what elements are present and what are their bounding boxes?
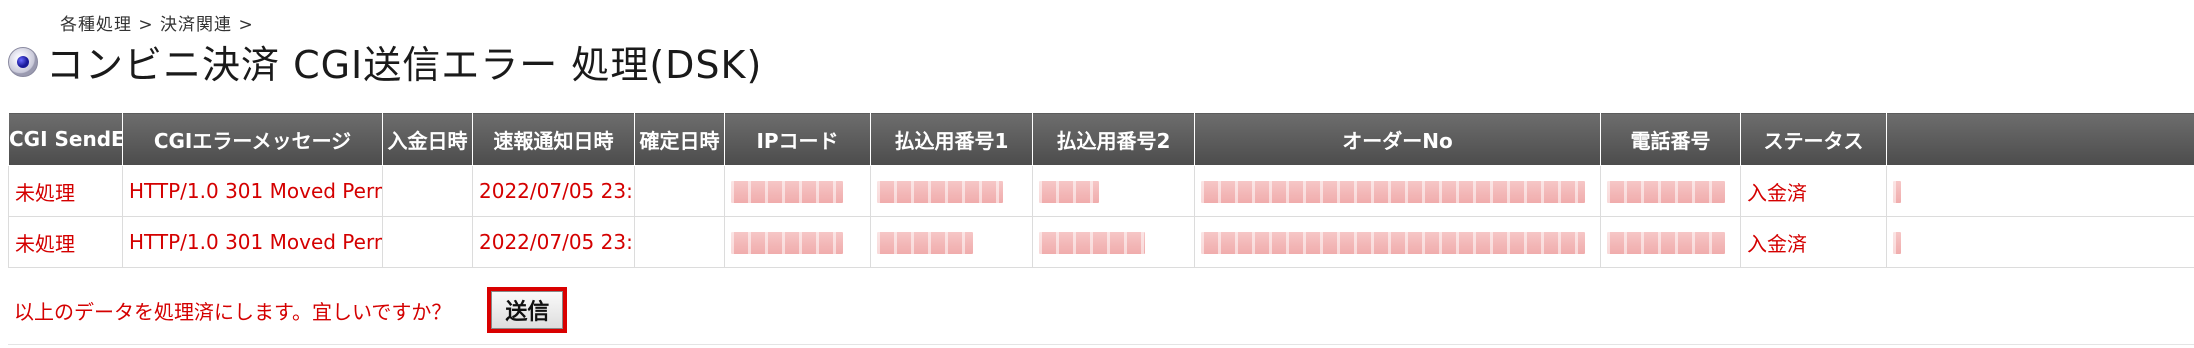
header-ip-code: IPコード <box>724 112 871 166</box>
header-confirmed-at: 確定日時 <box>634 112 725 166</box>
divider <box>8 344 2194 345</box>
cell-send-err: 未処理 <box>8 165 123 217</box>
redacted-blur <box>1607 232 1725 255</box>
cell-order-no-redacted <box>1194 216 1601 268</box>
table-header-row: CGI SendErr CGIエラーメッセージ 入金日時 速報通知日時 確定日時… <box>8 112 2194 166</box>
breadcrumb: 各種処理 > 決済関連 > <box>60 15 254 35</box>
header-payment-number-1: 払込用番号1 <box>870 112 1033 166</box>
header-paid-at: 入金日時 <box>382 112 473 166</box>
cell-paid-at <box>382 165 473 217</box>
header-cgi-senderr: CGI SendErr <box>8 112 123 166</box>
header-flash-notice-at: 速報通知日時 <box>472 112 635 166</box>
page: 各種処理 > 決済関連 > コンビニ決済 CGI送信エラー 処理(DSK) CG… <box>0 0 2194 348</box>
cell-payment-number-2-redacted <box>1032 165 1195 217</box>
header-status: ステータス <box>1740 112 1887 166</box>
send-button[interactable]: 送信 <box>487 287 568 333</box>
redacted-blur <box>877 181 1003 204</box>
send-button-label: 送信 <box>491 291 564 329</box>
cell-extra-redacted <box>1886 165 2194 217</box>
confirm-row: 以上のデータを処理済にします。宜しいですか？ 送信 <box>14 282 568 338</box>
cell-order-no-redacted <box>1194 165 1601 217</box>
cell-phone-number-redacted <box>1600 216 1741 268</box>
redacted-blur <box>877 232 973 255</box>
cell-phone-number-redacted <box>1600 165 1741 217</box>
error-table: CGI SendErr CGIエラーメッセージ 入金日時 速報通知日時 確定日時… <box>8 112 2194 268</box>
table-row: 未処理 HTTP/1.0 301 Moved Permanently 2022/… <box>8 216 2194 268</box>
redacted-blur <box>1893 232 1901 255</box>
page-title: コンビニ決済 CGI送信エラー 処理(DSK) <box>46 42 763 87</box>
redacted-blur <box>1201 181 1585 204</box>
cell-ip-code-redacted <box>724 216 871 268</box>
header-extra <box>1886 112 2194 166</box>
cell-ip-code-redacted <box>724 165 871 217</box>
redacted-blur <box>1893 181 1901 204</box>
confirm-message: 以上のデータを処理済にします。宜しいですか？ <box>14 299 452 324</box>
cell-payment-status: 入金済 <box>1740 165 1887 217</box>
cell-flash-notice-at: 2022/07/05 23:00:21 <box>472 216 635 268</box>
cell-payment-number-2-redacted <box>1032 216 1195 268</box>
redacted-blur <box>1039 181 1099 204</box>
cell-payment-number-1-redacted <box>870 216 1033 268</box>
cell-flash-notice-at: 2022/07/05 23:00:59 <box>472 165 635 217</box>
cell-payment-number-1-redacted <box>870 165 1033 217</box>
table-row: 未処理 HTTP/1.0 301 Moved Permanently 2022/… <box>8 165 2194 217</box>
cell-paid-at <box>382 216 473 268</box>
cell-error-message: HTTP/1.0 301 Moved Permanently <box>122 216 383 268</box>
radio-bullet-dot <box>17 56 29 68</box>
cell-error-message: HTTP/1.0 301 Moved Permanently <box>122 165 383 217</box>
cell-send-err: 未処理 <box>8 216 123 268</box>
radio-bullet-icon <box>8 47 38 77</box>
redacted-blur <box>1607 181 1725 204</box>
header-phone-number: 電話番号 <box>1600 112 1741 166</box>
cell-confirmed-at <box>634 165 725 217</box>
title-row: コンビニ決済 CGI送信エラー 処理(DSK) <box>8 36 763 87</box>
header-payment-number-2: 払込用番号2 <box>1032 112 1195 166</box>
header-order-no: オーダーNo <box>1194 112 1601 166</box>
header-cgi-error-message: CGIエラーメッセージ <box>122 112 383 166</box>
redacted-blur <box>731 181 843 204</box>
redacted-blur <box>1039 232 1145 255</box>
cell-payment-status: 入金済 <box>1740 216 1887 268</box>
cell-confirmed-at <box>634 216 725 268</box>
redacted-blur <box>1201 232 1585 255</box>
cell-extra-redacted <box>1886 216 2194 268</box>
redacted-blur <box>731 232 843 255</box>
